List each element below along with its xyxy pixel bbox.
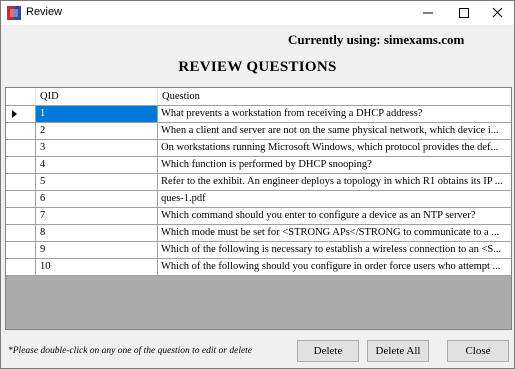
table-row[interactable]: 4 Which function is performed by DHCP sn… [6,157,511,174]
row-header[interactable] [6,106,36,122]
row-header[interactable] [6,157,36,173]
table-row[interactable]: 2 When a client and server are not on th… [6,123,511,140]
row-header[interactable] [6,208,36,224]
question-cell[interactable]: Which of the following should you config… [158,259,511,275]
delete-button[interactable]: Delete [297,340,359,362]
question-cell[interactable]: Which of the following is necessary to e… [158,242,511,258]
table-row[interactable]: 8 Which mode must be set for <STRONG APs… [6,225,511,242]
review-window: Review Currently using: simexams.com REV… [0,0,515,369]
title-bar[interactable]: Review [1,1,514,25]
table-row[interactable]: 1 What prevents a workstation from recei… [6,106,511,123]
row-header[interactable] [6,123,36,139]
question-cell[interactable]: What prevents a workstation from receivi… [158,106,511,122]
table-row[interactable]: 5 Refer to the exhibit. An engineer depl… [6,174,511,191]
questions-grid[interactable]: QID Question 1 What prevents a workstati… [5,87,512,330]
qid-cell[interactable]: 8 [36,225,158,241]
table-row[interactable]: 10 Which of the following should you con… [6,259,511,276]
qid-cell[interactable]: 6 [36,191,158,207]
row-header[interactable] [6,174,36,190]
qid-cell[interactable]: 1 [36,106,158,122]
column-header-qid[interactable]: QID [36,88,158,105]
qid-cell[interactable]: 3 [36,140,158,156]
qid-cell[interactable]: 9 [36,242,158,258]
close-button[interactable]: Close [447,340,509,362]
page-title: REVIEW QUESTIONS [178,59,337,75]
grid-header: QID Question [6,88,511,106]
table-row[interactable]: 9 Which of the following is necessary to… [6,242,511,259]
row-header[interactable] [6,225,36,241]
qid-cell[interactable]: 5 [36,174,158,190]
question-cell[interactable]: Which mode must be set for <STRONG APs</… [158,225,511,241]
table-row[interactable]: 3 On workstations running Microsoft Wind… [6,140,511,157]
question-cell[interactable]: On workstations running Microsoft Window… [158,140,511,156]
row-header[interactable] [6,191,36,207]
window-title: Review [26,6,63,18]
question-cell[interactable]: Which command should you enter to config… [158,208,511,224]
question-cell[interactable]: When a client and server are not on the … [158,123,511,139]
currently-using-label: Currently using: simexams.com [288,32,465,47]
question-cell[interactable]: Refer to the exhibit. An engineer deploy… [158,174,511,190]
qid-cell[interactable]: 2 [36,123,158,139]
row-header[interactable] [6,242,36,258]
maximize-icon[interactable] [447,1,481,25]
instruction-hint: *Please double-click on any one of the q… [8,346,253,356]
table-row[interactable]: 6 ques-1.pdf [6,191,511,208]
row-header[interactable] [6,259,36,275]
minimize-icon[interactable] [411,1,445,25]
current-row-pointer-icon [12,110,17,118]
table-row[interactable]: 7 Which command should you enter to conf… [6,208,511,225]
column-header-question[interactable]: Question [158,88,511,105]
row-header[interactable] [6,140,36,156]
close-icon[interactable] [481,1,515,25]
delete-all-button[interactable]: Delete All [367,340,429,362]
app-icon [7,6,21,20]
qid-cell[interactable]: 10 [36,259,158,275]
qid-cell[interactable]: 4 [36,157,158,173]
question-cell[interactable]: ques-1.pdf [158,191,511,207]
row-header-corner [6,88,36,105]
qid-cell[interactable]: 7 [36,208,158,224]
question-cell[interactable]: Which function is performed by DHCP snoo… [158,157,511,173]
